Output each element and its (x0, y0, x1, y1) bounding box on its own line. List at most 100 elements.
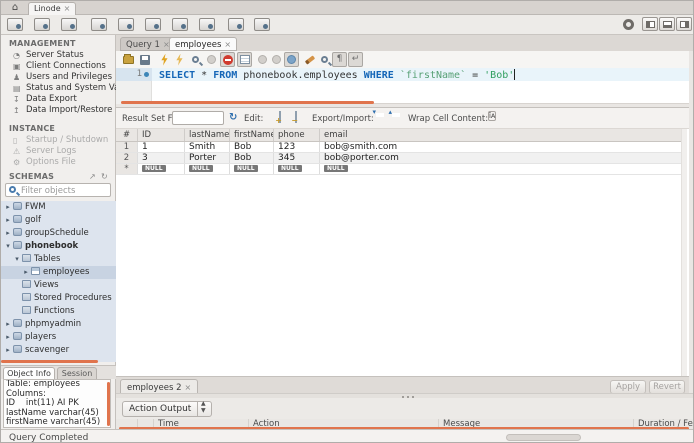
save-script-icon[interactable] (137, 52, 152, 67)
new-sql-tab-icon[interactable] (7, 18, 23, 31)
table-row-new[interactable]: * NULL NULL NULL NULL NULL (116, 164, 687, 175)
cell-lastname[interactable]: Porter (185, 153, 230, 163)
explain-plan-icon[interactable] (188, 52, 203, 67)
create-function-icon[interactable] (172, 18, 188, 31)
close-icon[interactable]: × (224, 40, 231, 49)
cell-null[interactable]: NULL (185, 164, 230, 174)
cell-id[interactable]: 3 (138, 153, 185, 163)
cell-lastname[interactable]: Smith (185, 142, 230, 152)
cell-null[interactable]: NULL (138, 164, 185, 174)
search-table-data-icon[interactable] (228, 18, 244, 31)
wrap-text-icon[interactable]: ↵ (348, 52, 363, 67)
stop-query-icon[interactable] (204, 52, 219, 67)
toggle-stop-on-error-icon[interactable] (220, 52, 235, 67)
tree-item-schema-phonebook[interactable]: ▾ phonebook (1, 240, 116, 253)
column-header-id[interactable]: ID (138, 129, 185, 141)
tree-item-functions-group[interactable]: Functions (1, 305, 116, 318)
status-scrollbar-thumb[interactable] (506, 434, 581, 441)
chevron-down-icon[interactable]: ▾ (4, 240, 12, 253)
beautify-sql-icon[interactable] (302, 52, 317, 67)
cell-null[interactable]: NULL (274, 164, 320, 174)
cell-email[interactable]: bob@porter.com (320, 153, 687, 163)
close-icon[interactable]: × (185, 383, 192, 392)
open-sql-script-icon[interactable] (34, 18, 50, 31)
editor-horizontal-scrollbar[interactable] (121, 101, 374, 104)
chevron-right-icon[interactable]: ▸ (4, 331, 12, 344)
sidebar-item-server-status[interactable]: ◔ Server Status (1, 50, 116, 61)
toggle-autocommit-icon[interactable] (284, 52, 299, 67)
tree-item-views-group[interactable]: Views (1, 279, 116, 292)
sidebar-item-server-logs[interactable]: ⚠ Server Logs (1, 146, 116, 157)
chevron-right-icon[interactable]: ▸ (4, 318, 12, 331)
delete-record-icon[interactable] (295, 111, 297, 123)
refresh-results-icon[interactable]: ↻ (229, 112, 237, 124)
cell-phone[interactable]: 345 (274, 153, 320, 163)
result-set-filter-input[interactable] (172, 111, 224, 125)
dropdown-stepper[interactable]: ▲ ▼ (197, 400, 211, 416)
table-row[interactable]: 1 1 Smith Bob 123 bob@smith.com (116, 142, 687, 153)
sql-code-area[interactable]: SELECT * FROM phonebook.employees WHERE … (152, 68, 689, 81)
add-record-icon[interactable] (279, 111, 281, 123)
sidebar-item-system-variables[interactable]: ▤ Status and System Variables (1, 83, 116, 94)
create-schema-icon[interactable] (61, 18, 77, 31)
find-in-editor-icon[interactable] (317, 52, 332, 67)
toggle-bottom-panel-icon[interactable] (659, 17, 675, 31)
chevron-right-icon[interactable]: ▸ (22, 266, 30, 279)
tree-item-schema-phpmyadmin[interactable]: ▸ phpmyadmin (1, 318, 116, 331)
cell-firstname[interactable]: Bob (230, 142, 274, 152)
cell-firstname[interactable]: Bob (230, 153, 274, 163)
tree-item-schema-groupSchedule[interactable]: ▸ groupSchedule (1, 227, 116, 240)
cell-null[interactable]: NULL (320, 164, 687, 174)
table-row[interactable]: 2 3 Porter Bob 345 bob@porter.com (116, 153, 687, 164)
schema-filter-input[interactable] (21, 185, 109, 196)
tree-item-schema-players[interactable]: ▸ players (1, 331, 116, 344)
tree-item-tables-group[interactable]: ▾ Tables (1, 253, 116, 266)
column-header-email[interactable]: email (320, 129, 687, 141)
tab-employees[interactable]: employees × (169, 37, 238, 51)
cell-email[interactable]: bob@smith.com (320, 142, 687, 152)
create-view-icon[interactable] (118, 18, 134, 31)
rollback-transaction-icon[interactable] (269, 52, 284, 67)
chevron-right-icon[interactable]: ▸ (4, 201, 12, 214)
tree-item-stored-procedures-group[interactable]: Stored Procedures (1, 292, 116, 305)
reconnect-server-icon[interactable] (254, 18, 270, 31)
cell-phone[interactable]: 123 (274, 142, 320, 152)
sidebar-horizontal-scrollbar[interactable] (1, 360, 98, 363)
open-script-icon[interactable] (121, 52, 136, 67)
wrap-cell-content-toggle-icon[interactable]: ĪA (488, 111, 497, 122)
refresh-schemas-icon[interactable]: ↻ (101, 172, 108, 181)
expand-schemas-icon[interactable]: ↗ (89, 172, 96, 181)
execute-sql-icon[interactable] (157, 52, 172, 67)
connection-tab[interactable]: Linode × (28, 2, 77, 15)
home-icon[interactable]: ⌂ (5, 1, 25, 14)
chevron-right-icon[interactable]: ▸ (4, 344, 12, 357)
sidebar-item-options-file[interactable]: ⚙ Options File (1, 157, 116, 168)
result-grid-vertical-scrollbar[interactable] (681, 129, 687, 376)
tree-item-schema-scavenger[interactable]: ▸ scavenger (1, 344, 116, 357)
create-table-icon[interactable] (91, 18, 107, 31)
tree-item-schema-golf[interactable]: ▸ golf (1, 214, 116, 227)
cell-null[interactable]: NULL (230, 164, 274, 174)
sidebar-item-data-export[interactable]: ↧ Data Export (1, 94, 116, 105)
output-selector-dropdown[interactable]: Action Output ▲ ▼ (122, 400, 212, 417)
tab-query-1[interactable]: Query 1 × (120, 37, 176, 51)
column-header-firstname[interactable]: firstName (230, 129, 274, 141)
commit-transaction-icon[interactable] (255, 52, 270, 67)
toggle-right-panel-icon[interactable] (676, 17, 692, 31)
column-header-phone[interactable]: phone (274, 129, 320, 141)
chevron-right-icon[interactable]: ▸ (4, 227, 12, 240)
apply-button[interactable]: Apply (610, 380, 646, 394)
sidebar-item-data-import[interactable]: ↥ Data Import/Restore (1, 105, 116, 116)
cell-id[interactable]: 1 (138, 142, 185, 152)
donut-menu-icon[interactable] (623, 19, 634, 30)
chevron-down-icon[interactable]: ▾ (13, 253, 21, 266)
show-invisible-characters-icon[interactable]: ¶ (332, 52, 347, 67)
revert-button[interactable]: Revert (649, 380, 685, 394)
create-procedure-icon[interactable] (145, 18, 161, 31)
sidebar-item-client-connections[interactable]: ▣ Client Connections (1, 61, 116, 72)
column-header-lastname[interactable]: lastName (185, 129, 230, 141)
column-header-rownum[interactable]: # (116, 129, 138, 141)
sidebar-item-startup-shutdown[interactable]: ▯ Startup / Shutdown (1, 135, 116, 146)
close-icon[interactable]: × (64, 4, 71, 13)
sidebar-item-users-privileges[interactable]: ♟ Users and Privileges (1, 72, 116, 83)
